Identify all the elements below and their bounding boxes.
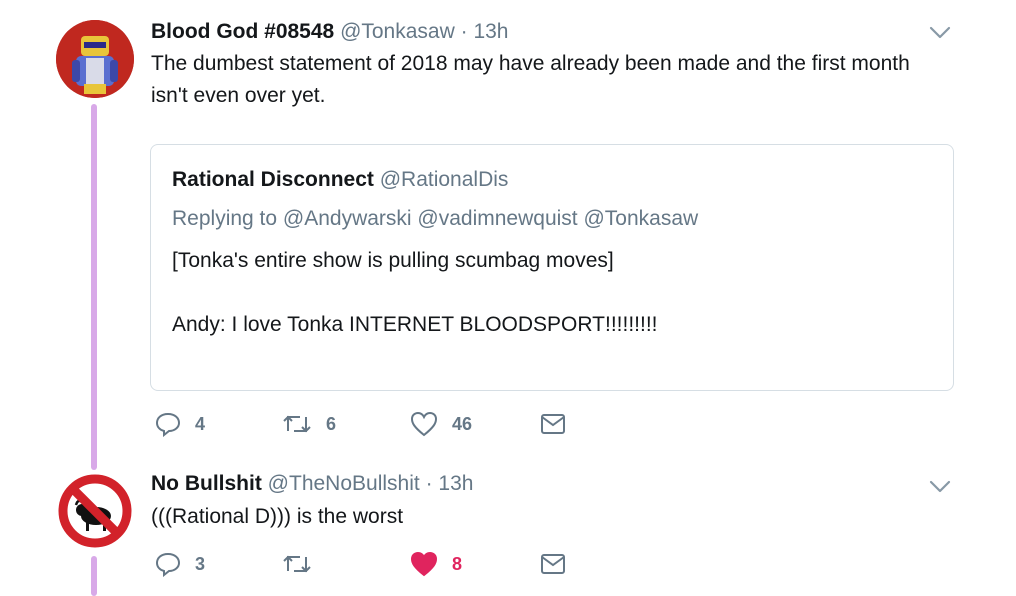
tweet-header: Blood God #08548 @Tonkasaw · 13h	[151, 19, 509, 45]
user-handle[interactable]: @TheNoBullshit	[268, 472, 420, 495]
reply-count: 3	[195, 553, 206, 574]
reply-button[interactable]: 3	[155, 551, 205, 577]
timestamp[interactable]: 13h	[438, 472, 473, 495]
like-count: 8	[452, 553, 463, 574]
quoted-user-handle: @RationalDis	[379, 168, 509, 191]
like-button[interactable]: 8	[410, 551, 462, 577]
like-count: 46	[452, 413, 473, 434]
tweet-header: No Bullshit @TheNoBullshit · 13h	[151, 471, 473, 497]
separator: ·	[460, 20, 468, 43]
tweet-thread: Blood God #08548 @Tonkasaw · 13h The dum…	[0, 0, 1016, 596]
reply-icon	[155, 412, 181, 437]
user-handle[interactable]: @Tonkasaw	[340, 20, 455, 43]
reply-count: 4	[195, 413, 206, 434]
separator: ·	[425, 472, 433, 495]
quoted-display-name: Rational Disconnect	[172, 168, 374, 191]
retweet-button[interactable]: 6	[282, 411, 336, 437]
direct-message-button[interactable]	[540, 413, 566, 435]
retweet-count: 6	[326, 413, 337, 434]
quoted-tweet-header: Rational Disconnect @RationalDis	[172, 168, 508, 192]
display-name[interactable]: Blood God #08548	[151, 20, 334, 43]
avatar[interactable]	[56, 472, 134, 550]
avatar[interactable]	[56, 20, 134, 98]
reply-icon	[155, 552, 181, 577]
replying-to: Replying to @Andywarski @vadimnewquist @…	[172, 207, 699, 230]
direct-message-button[interactable]	[540, 553, 566, 575]
robot-avatar-icon	[56, 20, 134, 98]
reply-button[interactable]: 4	[155, 411, 205, 437]
tweet-text: (((Rational D))) is the worst	[151, 505, 404, 528]
quoted-text-line: Andy: I love Tonka INTERNET BLOODSPORT!!…	[172, 313, 658, 336]
envelope-icon	[541, 554, 565, 574]
quoted-tweet[interactable]: Rational Disconnect @RationalDis Replyin…	[150, 144, 954, 391]
envelope-icon	[541, 414, 565, 434]
tweet-text: The dumbest statement of 2018 may have a…	[151, 52, 910, 107]
retweet-icon	[283, 415, 311, 433]
like-button[interactable]: 46	[410, 411, 472, 437]
heart-filled-icon	[410, 551, 438, 577]
retweet-button[interactable]	[282, 551, 326, 577]
thread-connector-line	[91, 556, 97, 596]
thread-connector-line	[91, 104, 97, 470]
quoted-text-line: [Tonka's entire show is pulling scumbag …	[172, 249, 614, 272]
display-name[interactable]: No Bullshit	[151, 472, 262, 495]
chevron-down-icon[interactable]	[929, 480, 951, 494]
chevron-down-icon[interactable]	[929, 26, 951, 40]
timestamp[interactable]: 13h	[473, 20, 508, 43]
no-bull-sign-avatar-icon	[57, 473, 133, 549]
retweet-icon	[283, 555, 311, 573]
heart-icon	[410, 411, 438, 437]
